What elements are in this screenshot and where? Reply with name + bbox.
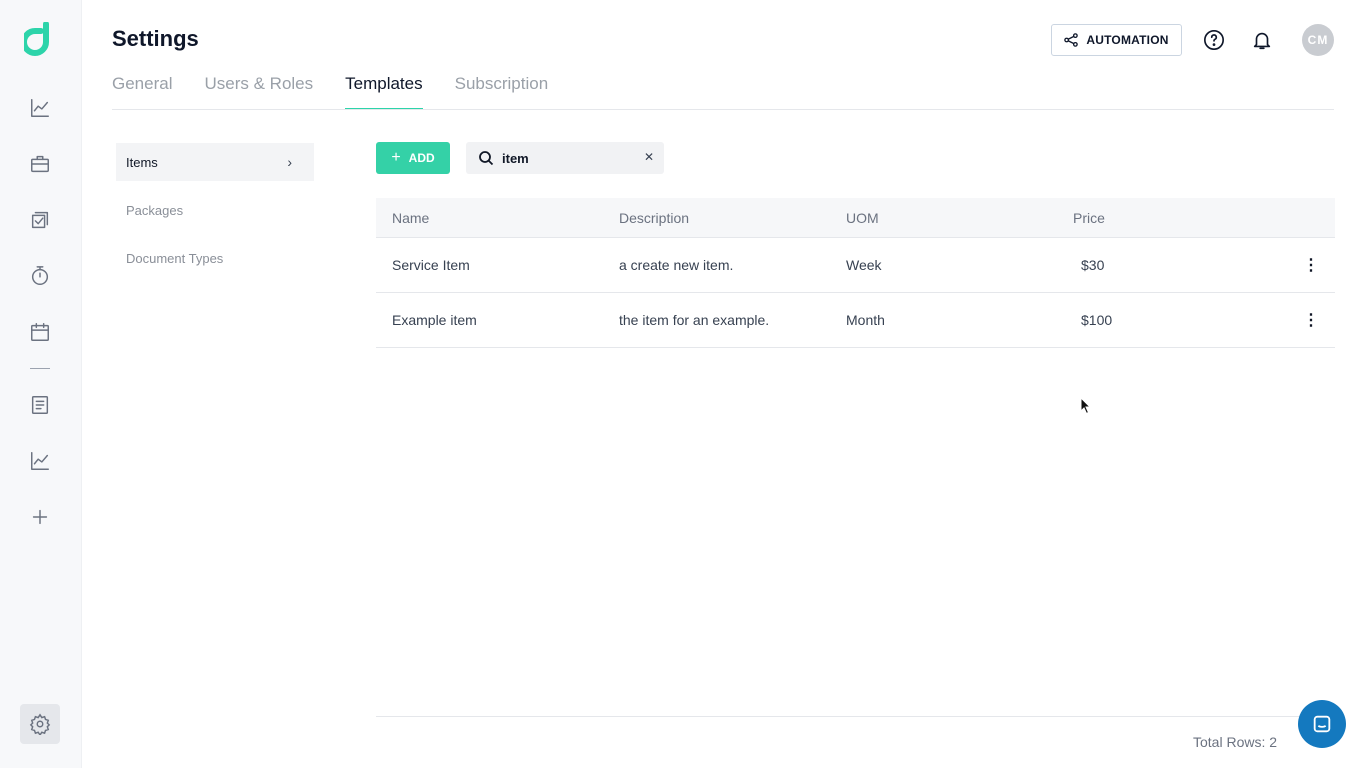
mouse-cursor-icon [1080, 397, 1092, 415]
cell-name: Service Item [392, 257, 470, 273]
tabs-divider [112, 109, 1334, 110]
table-header: Name Description UOM Price [376, 198, 1335, 238]
items-table: Name Description UOM Price Service Item … [376, 198, 1335, 348]
timer-icon[interactable] [28, 264, 52, 288]
calendar-icon[interactable] [28, 320, 52, 344]
settings-tabs: General Users & Roles Templates Subscrip… [112, 74, 580, 110]
tab-templates[interactable]: Templates [345, 74, 423, 110]
cell-description: a create new item. [619, 257, 734, 273]
left-rail [0, 0, 82, 768]
report-chart-icon[interactable] [28, 449, 52, 473]
cell-price: $30 [1081, 257, 1105, 273]
rail-divider [30, 368, 50, 369]
add-label: ADD [408, 151, 435, 165]
search-box: ✕ [466, 142, 664, 174]
clear-search-icon[interactable]: ✕ [644, 150, 654, 164]
subnav-item-label: Document Types [126, 250, 224, 266]
tab-users-roles[interactable]: Users & Roles [204, 74, 313, 110]
column-header-name[interactable]: Name [392, 210, 429, 226]
plus-icon: + [391, 149, 401, 166]
plus-icon[interactable] [28, 505, 52, 529]
table-row[interactable]: Service Item a create new item. Week $30… [376, 238, 1335, 293]
row-menu-icon[interactable]: ⋮ [1287, 293, 1335, 347]
automation-label: AUTOMATION [1086, 33, 1169, 47]
briefcase-icon[interactable] [28, 152, 52, 176]
tab-subscription[interactable]: Subscription [455, 74, 549, 110]
column-header-price[interactable]: Price [1073, 210, 1105, 226]
subnav-item-packages[interactable]: Packages [116, 191, 314, 229]
chart-line-icon[interactable] [28, 96, 52, 120]
document-icon[interactable] [28, 393, 52, 417]
subnav-item-label: Packages [126, 202, 184, 218]
automation-button[interactable]: AUTOMATION [1051, 24, 1182, 56]
subnav-item-document-types[interactable]: Document Types [116, 239, 314, 277]
search-icon [479, 151, 494, 166]
subnav-item-label: Items [126, 154, 158, 170]
cell-price: $100 [1081, 312, 1113, 328]
cell-uom: Week [846, 257, 882, 273]
table-footer-divider [376, 716, 1335, 717]
search-input[interactable] [502, 148, 632, 168]
checklist-icon[interactable] [28, 208, 52, 232]
table-row[interactable]: Example item the item for an example. Mo… [376, 293, 1335, 348]
chat-icon [1313, 715, 1331, 733]
avatar[interactable]: CM [1302, 24, 1334, 56]
chevron-right-icon: › [287, 154, 292, 170]
cell-name: Example item [392, 312, 477, 328]
row-menu-icon[interactable]: ⋮ [1287, 238, 1335, 292]
add-button[interactable]: + ADD [376, 142, 450, 174]
share-nodes-icon [1064, 33, 1079, 47]
column-header-description[interactable]: Description [619, 210, 689, 226]
bell-icon[interactable] [1250, 28, 1274, 52]
chat-button[interactable] [1298, 700, 1346, 748]
gear-icon [29, 713, 51, 735]
column-header-uom[interactable]: UOM [846, 210, 879, 226]
tab-general[interactable]: General [112, 74, 172, 110]
page-title: Settings [112, 26, 199, 51]
app-logo[interactable] [24, 22, 58, 58]
subnav-item-items[interactable]: Items › [116, 143, 314, 181]
cell-uom: Month [846, 312, 885, 328]
cell-description: the item for an example. [619, 312, 770, 328]
help-icon[interactable] [1202, 28, 1226, 52]
settings-button[interactable] [20, 704, 60, 744]
total-rows: Total Rows: 2 [1193, 734, 1278, 750]
